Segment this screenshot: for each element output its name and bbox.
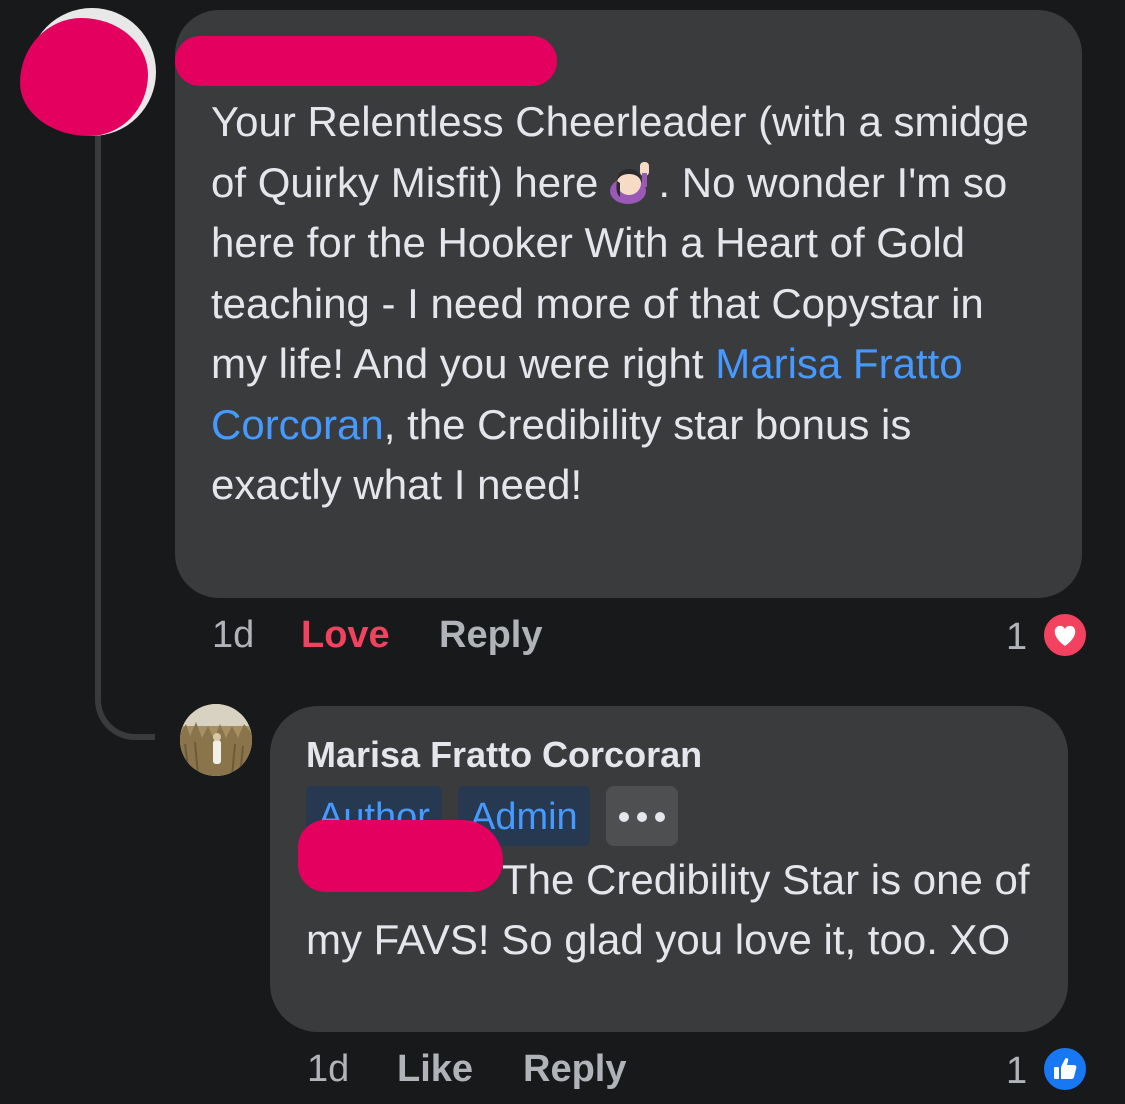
reply-author-avatar[interactable] — [180, 704, 252, 776]
love-reaction-button[interactable]: Love — [301, 614, 390, 657]
thumbs-up-icon[interactable] — [1040, 1044, 1090, 1094]
comment-bubble: Your Relentless Cheerleader (with a smid… — [175, 10, 1082, 598]
reply-author-name[interactable]: Marisa Fratto Corcoran — [306, 732, 1032, 778]
heart-icon[interactable] — [1040, 610, 1090, 660]
thread-connector-curve — [95, 680, 155, 740]
reply-timestamp[interactable]: 1d — [307, 1048, 349, 1091]
raising-hand-emoji-icon — [610, 161, 650, 204]
mention-redaction — [298, 820, 503, 892]
avatar-redaction — [20, 18, 148, 136]
reply-to-reply-button[interactable]: Reply — [523, 1048, 626, 1091]
comment-text: Your Relentless Cheerleader (with a smid… — [211, 92, 1046, 516]
more-badges-button[interactable] — [605, 786, 678, 846]
like-button[interactable]: Like — [397, 1048, 473, 1091]
commenter-name-redaction — [175, 36, 557, 86]
thread-line — [95, 130, 101, 690]
reply-reaction-count[interactable]: 1 — [1006, 1050, 1027, 1093]
comment-timestamp[interactable]: 1d — [212, 614, 254, 657]
reply-button[interactable]: Reply — [439, 614, 542, 657]
reaction-count[interactable]: 1 — [1006, 616, 1027, 659]
